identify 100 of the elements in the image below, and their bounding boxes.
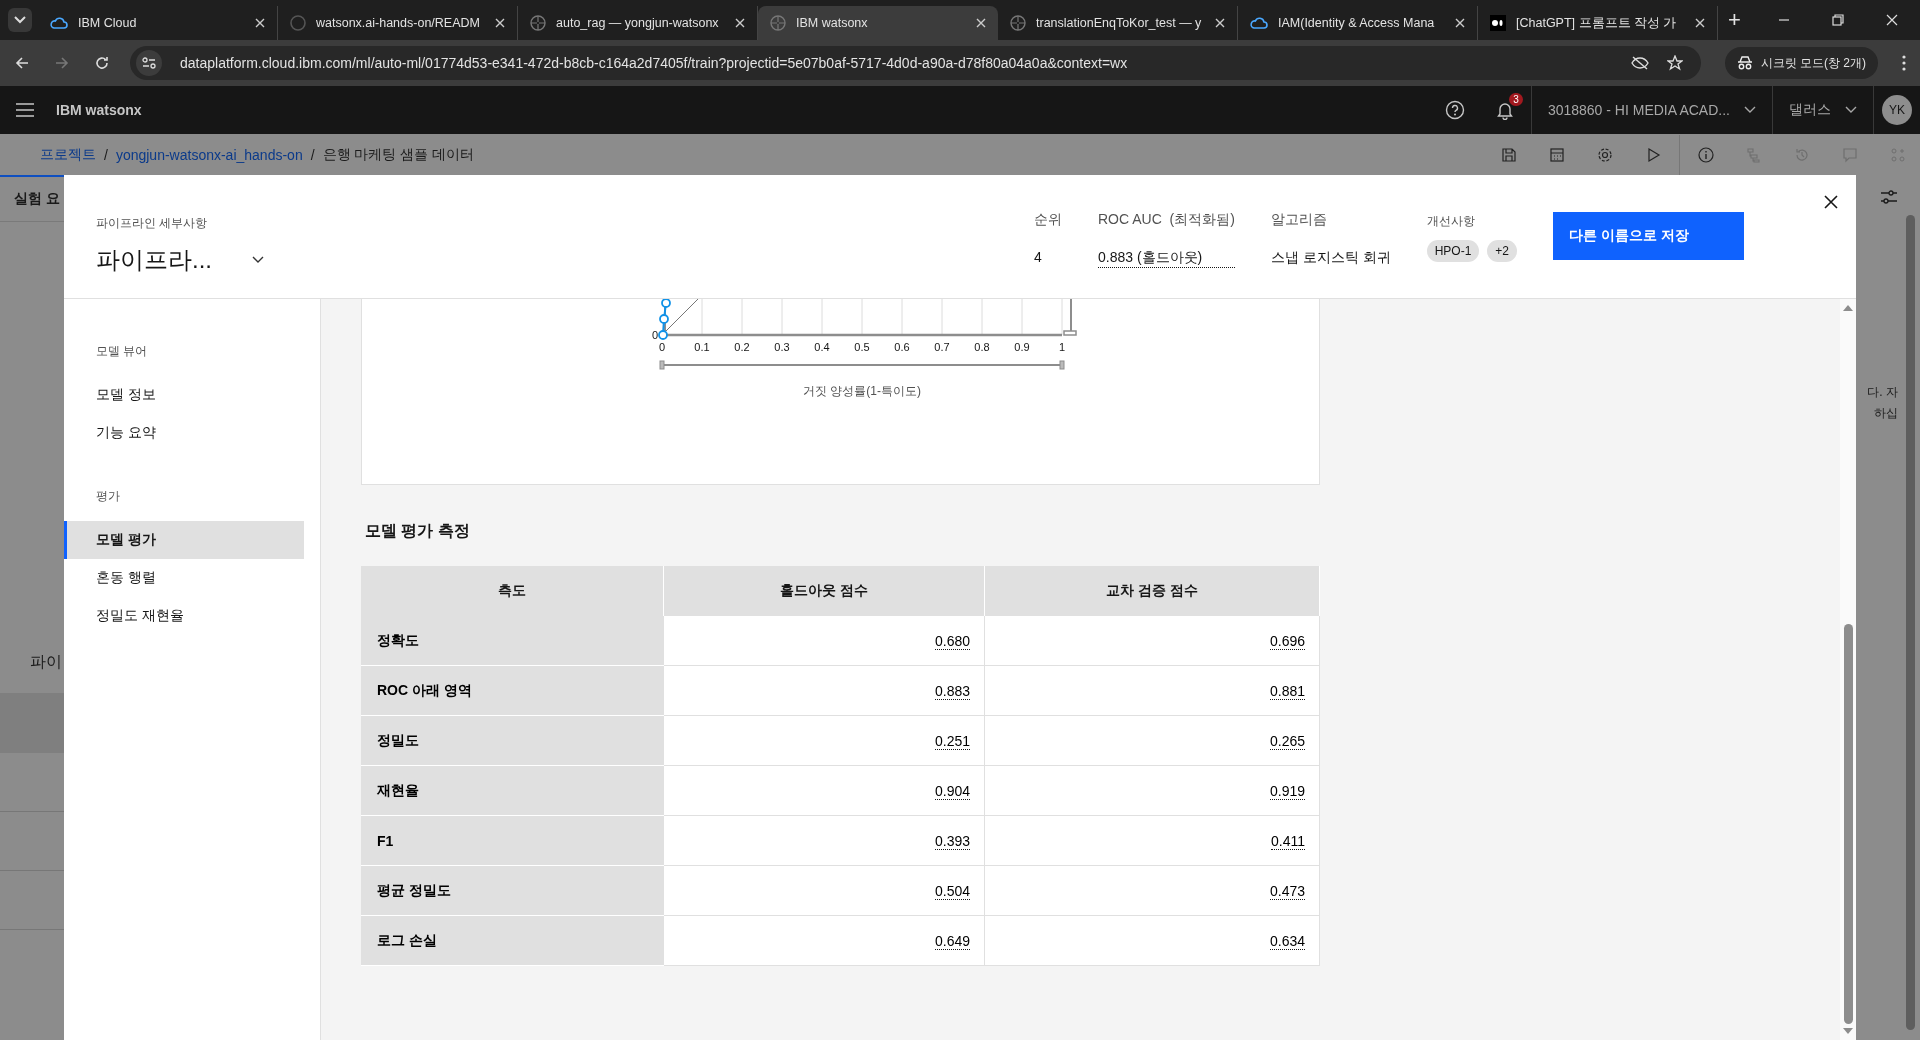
breadcrumb-separator: /: [310, 146, 315, 163]
tab-search-button[interactable]: [8, 8, 32, 32]
table-cell: 0.904: [935, 782, 971, 800]
axis-tick-label: 1: [1058, 341, 1066, 353]
column-header: 교차 검증 점수: [984, 566, 1320, 616]
logo-icon: [1490, 15, 1506, 31]
section-title: 모델 평가 측정: [365, 521, 470, 541]
calculator-icon[interactable]: [1549, 146, 1565, 163]
nav-item[interactable]: 혼동 행렬: [64, 559, 304, 597]
incognito-button[interactable]: 시크릿 모드(창 2개): [1724, 47, 1878, 79]
table-cell: 0.696: [1269, 632, 1305, 650]
tab-title: IAM(Identity & Access Mana: [1278, 16, 1436, 30]
tab-title: translationEnqToKor_test — y: [1036, 16, 1203, 30]
column-header: 측도: [361, 566, 664, 616]
nav-item[interactable]: 정밀도 재현율: [64, 597, 304, 635]
reload-icon[interactable]: [94, 55, 110, 71]
filter-sliders-icon[interactable]: [1880, 189, 1898, 205]
browser-tab[interactable]: IBM watsonx: [758, 6, 998, 40]
aperture-icon: [530, 15, 546, 31]
user-avatar[interactable]: YK: [1882, 95, 1912, 125]
stat-label: 개선사항: [1426, 213, 1476, 230]
panel-label: 파이프라인 세부사항: [96, 215, 209, 232]
axis-tick-label: 0.7: [934, 341, 950, 353]
table-cell: 0.634: [1269, 932, 1305, 950]
forward-icon[interactable]: [54, 55, 70, 71]
nav-item[interactable]: 모델 정보: [64, 376, 304, 414]
axis-title: 거짓 양성률(1-특이도): [803, 384, 921, 398]
stat-label: 알고리즘: [1270, 211, 1328, 229]
chevron-down-icon: [252, 256, 264, 264]
tab-title: auto_rag — yongjun-watsonx: [556, 16, 720, 30]
axis-tick-label: 0.3: [774, 341, 790, 353]
cloud-icon: [1250, 16, 1268, 30]
nav-heading: 평가: [96, 488, 121, 505]
table-cell: 0.919: [1269, 782, 1305, 800]
pipeline-dropdown[interactable]: 파이프라...: [96, 244, 264, 276]
product-name[interactable]: IBM watsonx: [56, 102, 142, 118]
aperture-icon: [770, 15, 786, 31]
bell-icon[interactable]: [1494, 100, 1515, 120]
metric-name: 로그 손실: [361, 915, 664, 966]
scrollbar[interactable]: [1906, 215, 1916, 1030]
chevron-down-icon: [1744, 106, 1756, 114]
aperture-icon: [1010, 15, 1026, 31]
axis-tick-label: 0.2: [734, 341, 750, 353]
table-cell: 0.411: [1271, 832, 1305, 850]
incognito-icon: [1736, 56, 1753, 70]
table-cell: 0.251: [935, 732, 971, 750]
star-icon[interactable]: [1666, 55, 1683, 71]
nav-heading: 모델 뷰어: [96, 343, 149, 360]
table-cell: 0.881: [1269, 682, 1305, 700]
chevron-down-icon: [14, 16, 26, 24]
cloud-icon: [50, 16, 68, 30]
restore-icon[interactable]: [1832, 14, 1844, 26]
save-icon[interactable]: [1501, 146, 1517, 163]
scroll-down-icon[interactable]: [1843, 1028, 1853, 1034]
axis-tick-label: 0: [651, 329, 658, 341]
enhancement-tag: HPO-1: [1426, 240, 1480, 262]
nav-item[interactable]: 기능 요약: [64, 414, 304, 452]
tab-title: watsonx.ai-hands-on/READM: [316, 16, 481, 30]
back-icon[interactable]: [14, 55, 30, 71]
close-icon[interactable]: [1824, 195, 1838, 209]
tab-title: IBM Cloud: [78, 16, 138, 30]
site-info-icon[interactable]: [136, 50, 162, 76]
metric-name: 재현율: [361, 765, 664, 816]
metric-name: ROC 아래 영역: [361, 665, 664, 716]
scrollbar[interactable]: [1840, 299, 1856, 1040]
help-icon[interactable]: [1444, 100, 1465, 120]
axis-tick-label: 0.6: [894, 341, 910, 353]
metric-name: 정확도: [361, 616, 664, 666]
description-text: 하십: [1874, 405, 1898, 422]
table-cell: 0.883: [935, 682, 971, 700]
stat-value: 스냅 로지스틱 회귀: [1270, 249, 1391, 267]
eye-slash-icon[interactable]: [1630, 56, 1649, 70]
stat-value: 4: [1033, 249, 1043, 265]
table-cell: 0.504: [935, 882, 971, 900]
axis-tick-label: 0.5: [854, 341, 870, 353]
more-icon[interactable]: [1902, 55, 1906, 71]
metric-name: 평균 정밀도: [361, 865, 664, 916]
breadcrumb-separator: /: [104, 146, 108, 163]
address-field[interactable]: dataplatform.cloud.ibm.com/ml/auto-ml/01774d53-e341-472d-b8cb-c164a2d7405f/train?projectid=5e07b0af-5717-4d0d-a90a-d78f80a04a0a&context=wx: [130, 46, 1701, 80]
stat-label: 순위: [1033, 211, 1062, 229]
settings-icon[interactable]: [1597, 146, 1613, 163]
save-as-button[interactable]: 다른 이름으로 저장: [1553, 212, 1744, 260]
nav-item[interactable]: 모델 평가: [64, 521, 304, 559]
stat-label: ROC AUC (최적화됨): [1097, 211, 1235, 229]
play-icon[interactable]: [1645, 146, 1661, 163]
tab-title: [ChatGPT] 프롬프트 작성 가: [1516, 14, 1678, 32]
table-cell: 0.265: [1269, 732, 1305, 750]
info-icon[interactable]: [1698, 146, 1714, 163]
stat-value: 0.883 (홀드아웃): [1097, 249, 1235, 268]
new-tab-button[interactable]: +: [1728, 7, 1741, 33]
axis-tick-label: 0.1: [694, 341, 710, 353]
chevron-down-icon: [1845, 106, 1857, 114]
scroll-up-icon[interactable]: [1843, 305, 1853, 311]
experiment-tab[interactable]: 실험 요: [14, 190, 60, 208]
metric-name: 정밀도: [361, 715, 664, 766]
tab-title: IBM watsonx: [796, 16, 869, 30]
axis-tick-label: 0.4: [814, 341, 830, 353]
menu-icon[interactable]: [16, 103, 34, 117]
metric-name: F1: [361, 815, 664, 866]
axis-tick-label: 0.9: [1014, 341, 1030, 353]
